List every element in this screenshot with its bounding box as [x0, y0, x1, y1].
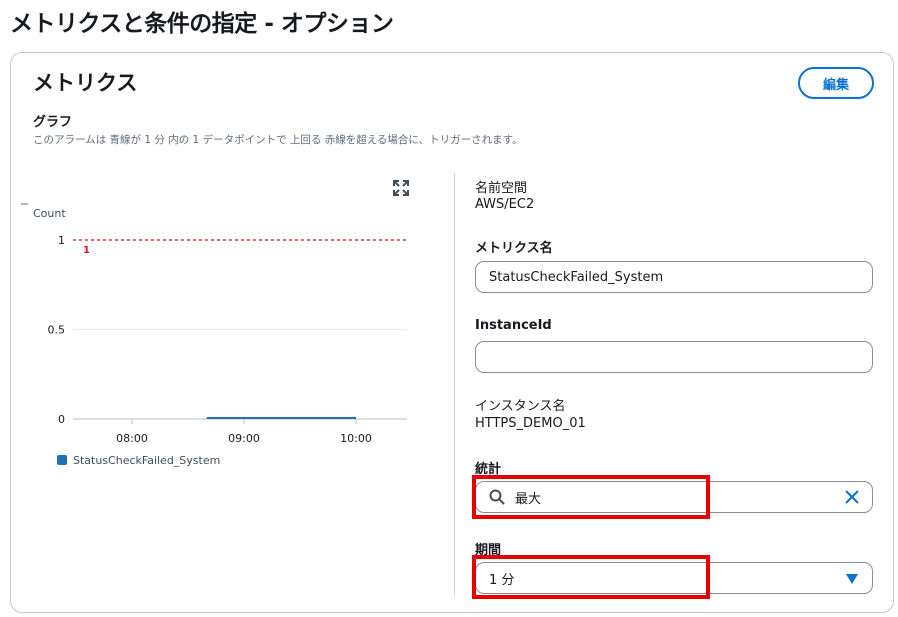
threshold-label: 1 [83, 245, 90, 256]
metric-name-field[interactable]: StatusCheckFailed_System [475, 261, 873, 293]
namespace-value: AWS/EC2 [475, 197, 535, 212]
metric-name-label: メトリクス名 [475, 241, 553, 256]
page-title: メトリクスと条件の指定 - オプション [10, 11, 394, 37]
statistic-highlight [472, 475, 710, 519]
graph-heading: グラフ [33, 115, 73, 130]
metric-chart: Count 1 0.5 0 08:00 09:00 10:00 1 StatusCheckFai… [21, 203, 407, 467]
metrics-panel: メトリクス 編集 グラフ このアラームは 青線が 1 分 内の 1 データポイン… [10, 52, 894, 613]
graph-description: このアラームは 青線が 1 分 内の 1 データポイントで 上回る 赤線を超える… [33, 134, 523, 146]
instance-name-label: インスタンス名 [475, 399, 566, 414]
namespace-label: 名前空間 [475, 181, 528, 196]
instance-name-value: HTTPS_DEMO_01 [475, 416, 586, 431]
x-tick-label: 09:00 [228, 432, 260, 445]
legend-swatch [57, 455, 67, 465]
legend-label: StatusCheckFailed_System [73, 454, 220, 467]
vertical-divider [454, 173, 455, 596]
edit-button[interactable]: 編集 [798, 67, 874, 99]
panel-title: メトリクス [33, 71, 138, 95]
y-axis-label: Count [33, 207, 66, 220]
instance-id-field[interactable] [475, 341, 873, 373]
y-tick-label: 1 [58, 234, 65, 247]
close-icon[interactable] [844, 489, 860, 505]
instance-id-label: InstanceId [475, 318, 552, 333]
caret-down-icon [846, 574, 858, 584]
x-tick-label: 08:00 [116, 432, 148, 445]
period-highlight [472, 555, 710, 599]
x-tick-label: 10:00 [340, 432, 372, 445]
y-tick-label: 0 [58, 413, 65, 426]
y-tick-label: 0.5 [48, 324, 66, 337]
metric-name-value: StatusCheckFailed_System [489, 269, 664, 285]
